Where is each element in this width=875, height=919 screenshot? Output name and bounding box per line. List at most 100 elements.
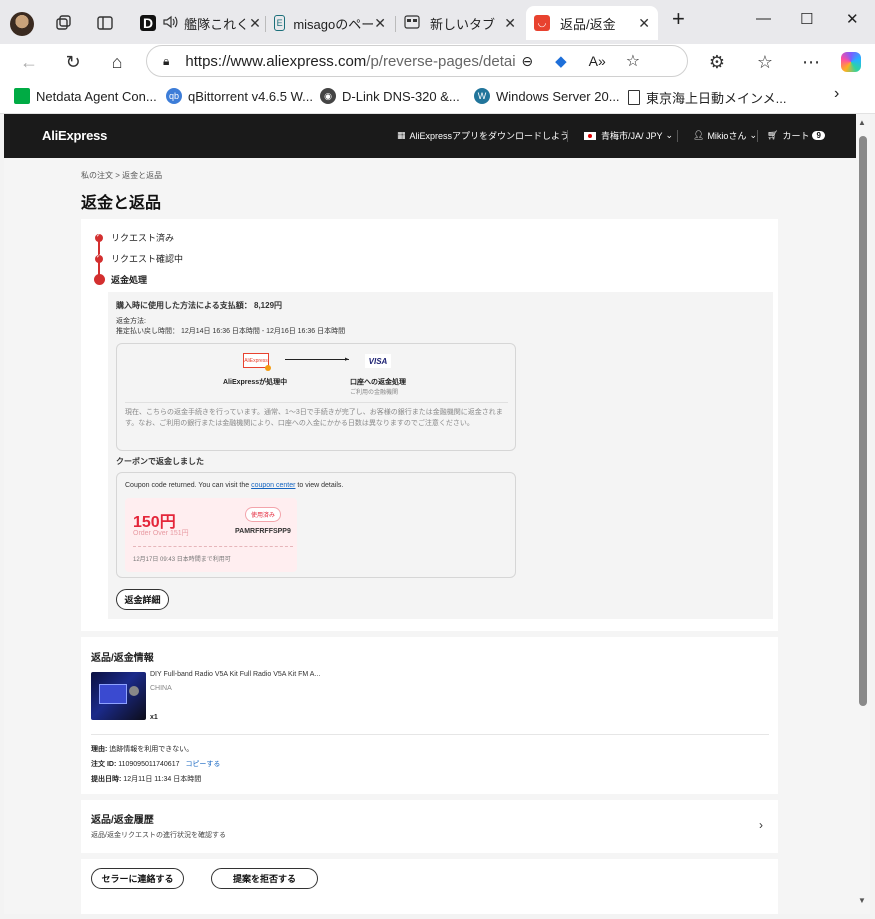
bookmark-qbittorrent[interactable]: qb qBittorrent v4.6.5 W... — [166, 88, 313, 104]
cart-icon: 🛒︎ — [767, 130, 779, 140]
zoom-out-icon[interactable]: ⊖ — [521, 53, 533, 70]
tab-aliexpress-refund[interactable]: ◡ 返品/返金 ✕ — [526, 6, 658, 40]
speaker-icon[interactable] — [162, 15, 178, 32]
product-origin: CHINA — [150, 685, 172, 692]
url-text[interactable]: https://www.aliexpress.com/p/reverse-pag… — [185, 53, 515, 70]
aliexpress-logo[interactable]: AliExpress — [42, 128, 107, 143]
scrollbar-thumb[interactable] — [859, 136, 867, 706]
breadcrumb[interactable]: 私の注文 > 返金と返品 — [81, 170, 162, 181]
dlink-icon: ◉ — [320, 88, 336, 104]
coupon-divider — [133, 546, 293, 547]
refund-detail-panel: 購入時に使用した方法による支払額： 8,129円 返金方法: 推定払い戻し時間：… — [108, 292, 773, 619]
refund-eta: 推定払い戻し時間： 12月14日 16:36 日本時間 - 12月16日 16:… — [116, 328, 346, 335]
profile-avatar[interactable] — [10, 12, 34, 36]
minimize-icon[interactable]: — — [756, 10, 771, 27]
aliexpress-icon: ◡ — [534, 15, 550, 31]
close-tab-icon[interactable]: ✕ — [504, 15, 516, 32]
tab-label: 新しいタブ — [430, 16, 496, 32]
locale-selector[interactable]: 青梅市/JA/ JPY ⌄ — [584, 129, 673, 142]
step-check-icon — [95, 253, 103, 263]
home-icon[interactable]: ⌂ — [106, 52, 128, 73]
refund-amount-row: 購入時に使用した方法による支払額： 8,129円 — [116, 301, 283, 310]
close-window-icon[interactable]: ✕ — [846, 10, 859, 28]
close-tab-icon[interactable]: ✕ — [249, 15, 261, 32]
app-download-link[interactable]: ▦ AliExpressアプリをダウンロードしよう — [397, 129, 569, 142]
coupon-card: 150円 Order Over 151円 使用済み PAMRFRFFSPP9 1… — [125, 498, 297, 572]
chevron-down-icon: ⌄ — [665, 130, 674, 140]
misago-icon: E — [274, 15, 286, 31]
extensions-icon[interactable]: ⚙ — [706, 52, 728, 73]
order-id-row: 注文 ID: 1109095011740617 コピーする — [91, 761, 221, 768]
page-scrollbar[interactable]: ▲ ▼ — [856, 114, 870, 914]
close-tab-icon[interactable]: ✕ — [374, 15, 386, 32]
refund-reason-row: 理由: 追跡情報を利用できない。 — [91, 746, 194, 753]
copy-order-id-link[interactable]: コピーする — [185, 761, 220, 768]
refund-history-card[interactable]: 返品/返金履歴 返品/返金リクエストの進行状況を確認する › — [81, 800, 778, 853]
actions-card: セラーに連絡する 提案を拒否する — [81, 859, 778, 914]
refresh-icon[interactable]: ↻ — [62, 52, 84, 73]
bookmarks-more-icon[interactable]: › — [834, 85, 839, 103]
lock-icon[interactable]: 🔒︎ — [163, 54, 169, 69]
divider — [125, 402, 508, 403]
d-icon: D — [140, 15, 157, 31]
read-aloud-icon[interactable]: A» — [589, 53, 606, 69]
divider — [91, 734, 769, 735]
flow-arrow-head: ▸ — [345, 356, 349, 363]
bookmarks-bar: Netdata Agent Con... qb qBittorrent v4.6… — [0, 80, 875, 114]
favorites-icon[interactable]: ☆ — [754, 52, 776, 73]
bookmark-windows-server[interactable]: W Windows Server 20... — [474, 88, 620, 104]
step-requested: リクエスト済み — [95, 231, 174, 244]
workspaces-icon[interactable] — [54, 14, 72, 32]
qr-icon: ▦ — [397, 130, 406, 140]
flow-arrow-icon — [285, 359, 349, 360]
tab-label: misagoのペー — [293, 16, 375, 32]
coupon-section-title: クーポンで返金しました — [116, 457, 204, 466]
cart-count-badge: 9 — [812, 131, 825, 140]
coupon-center-link[interactable]: coupon center — [251, 482, 295, 489]
qbittorrent-icon: qb — [166, 88, 182, 104]
maximize-icon[interactable]: ☐ — [800, 10, 813, 28]
address-bar-row: ← ↻ ⌂ 🔒︎ https://www.aliexpress.com/p/re… — [0, 44, 875, 80]
new-tab-icon[interactable]: + — [672, 6, 685, 32]
favorite-star-icon[interactable]: ☆ — [626, 51, 640, 71]
page-icon — [628, 90, 640, 105]
step-refund-processing: 返金処理 — [93, 273, 147, 286]
header-separator — [757, 130, 758, 142]
reject-proposal-button[interactable]: 提案を拒否する — [211, 868, 318, 889]
address-bar[interactable]: 🔒︎ https://www.aliexpress.com/p/reverse-… — [146, 45, 688, 77]
refund-status-card: リクエスト済み リクエスト確認中 返金処理 購入時に使用した方法による支払額： … — [81, 219, 778, 631]
flow-to-label: 口座への返金処理 — [350, 379, 406, 386]
product-name[interactable]: DIY Full-band Radio V5A Kit Full Radio V… — [150, 671, 320, 678]
refund-amount: 8,129円 — [254, 301, 283, 310]
more-menu-icon[interactable]: ⋯ — [800, 52, 822, 73]
account-menu[interactable]: 👤︎ Mikioさん ⌄ — [693, 129, 757, 142]
wordpress-icon: W — [474, 88, 490, 104]
back-icon[interactable]: ← — [18, 52, 40, 73]
close-tab-icon[interactable]: ✕ — [638, 15, 650, 32]
refund-detail-button[interactable]: 返金詳細 — [116, 589, 169, 610]
scroll-down-icon[interactable]: ▼ — [858, 896, 866, 905]
contact-seller-button[interactable]: セラーに連絡する — [91, 868, 184, 889]
coupon-status-badge: 使用済み — [245, 507, 282, 522]
coupon-tag-icon[interactable]: ◆ — [555, 52, 567, 70]
copilot-icon[interactable] — [840, 52, 862, 77]
coupon-message: Coupon code returned. You can visit the … — [125, 482, 344, 489]
vertical-tabs-icon[interactable] — [96, 14, 114, 32]
chevron-down-icon: ⌄ — [749, 130, 757, 140]
tab-kancolle[interactable]: D 艦隊これく ✕ — [132, 6, 264, 40]
processing-clock-icon — [265, 365, 271, 371]
scroll-up-icon[interactable]: ▲ — [858, 118, 866, 127]
tab-strip: D 艦隊これく ✕ E misagoのペー ✕ 新しいタブ ✕ ◡ 返品/返金 … — [0, 0, 875, 44]
netdata-icon — [14, 88, 30, 104]
tab-newtab[interactable]: 新しいタブ ✕ — [396, 6, 524, 40]
bookmark-tokio-marine[interactable]: 東京海上日動メインメ... — [628, 88, 786, 107]
history-subtitle: 返品/返金リクエストの進行状況を確認する — [91, 832, 226, 839]
flow-from-label: AliExpressが処理中 — [223, 379, 288, 386]
bookmark-netdata[interactable]: Netdata Agent Con... — [14, 88, 157, 104]
tab-misago[interactable]: E misagoのペー ✕ — [266, 6, 394, 40]
refund-note: 現在、こちらの返金手続きを行っています。通常、1〜3日で手続きが完了し、お客様の… — [125, 409, 503, 427]
cart-link[interactable]: 🛒︎ カート 9 — [767, 129, 825, 142]
newtab-icon — [404, 14, 420, 32]
product-image[interactable] — [91, 672, 146, 720]
bookmark-dlink[interactable]: ◉ D-Link DNS-320 &... — [320, 88, 460, 104]
